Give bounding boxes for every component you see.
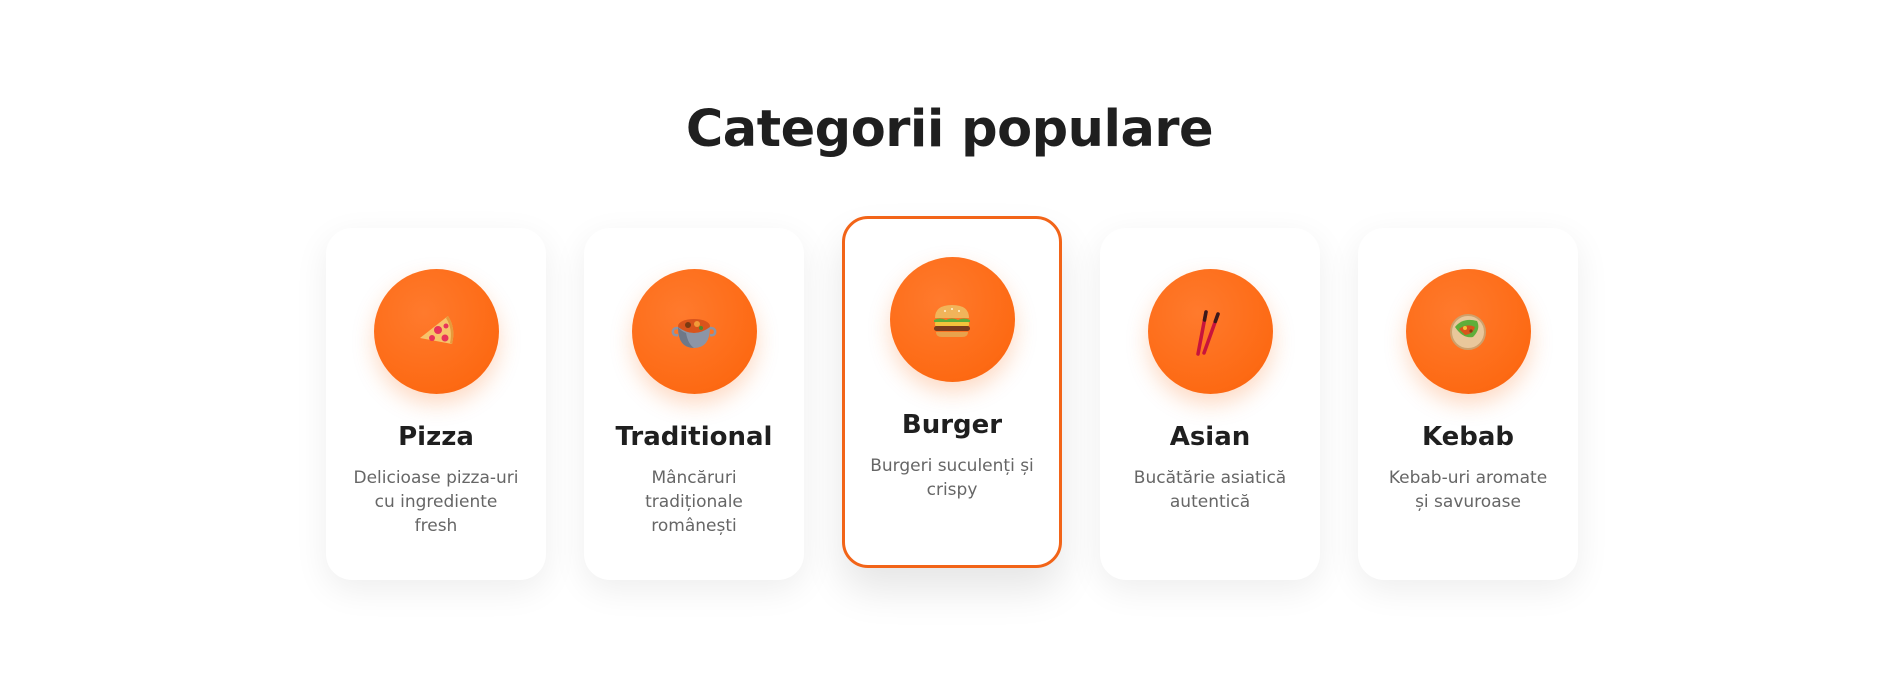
section-title: Categorii populare [685,100,1214,159]
category-card-traditional[interactable]: Traditional Mâncăruri tradiționale român… [584,228,804,580]
chopsticks-icon [1184,306,1236,358]
category-name: Pizza [398,422,474,452]
category-description: Kebab-uri aromate și savuroase [1388,468,1548,512]
category-description: Burgeri suculenți și crispy [870,456,1034,500]
category-description: Delicioase pizza-uri cu ingrediente fres… [353,468,519,536]
category-card-asian[interactable]: Asian Bucătărie asiatică autentică [1100,228,1320,580]
category-icon-circle [373,269,499,394]
pot-of-food-icon [668,306,720,358]
category-card-kebab[interactable]: Kebab Kebab-uri aromate și savuroase [1358,228,1578,580]
category-name: Burger [901,410,1003,440]
category-card-burger[interactable]: Burger Burgeri suculenți și crispy [842,216,1062,568]
category-cards: Pizza Delicioase pizza-uri cu ingredient… [326,216,1578,580]
kebab-icon [1443,307,1493,357]
category-description: Bucătărie asiatică autentică [1133,468,1287,512]
category-icon-circle [1405,269,1531,394]
category-name: Kebab [1421,422,1515,452]
category-name: Traditional [615,422,773,452]
popular-categories-section: Categorii populare Pizza Delicioase pizz… [0,0,1899,678]
category-icon-circle [631,269,757,394]
pizza-icon [412,308,460,356]
category-description: Mâncăruri tradiționale românești [645,468,743,536]
category-name: Asian [1169,422,1251,452]
burger-icon [928,296,976,344]
category-icon-circle [889,257,1015,382]
category-icon-circle [1147,269,1273,394]
category-card-pizza[interactable]: Pizza Delicioase pizza-uri cu ingredient… [326,228,546,580]
